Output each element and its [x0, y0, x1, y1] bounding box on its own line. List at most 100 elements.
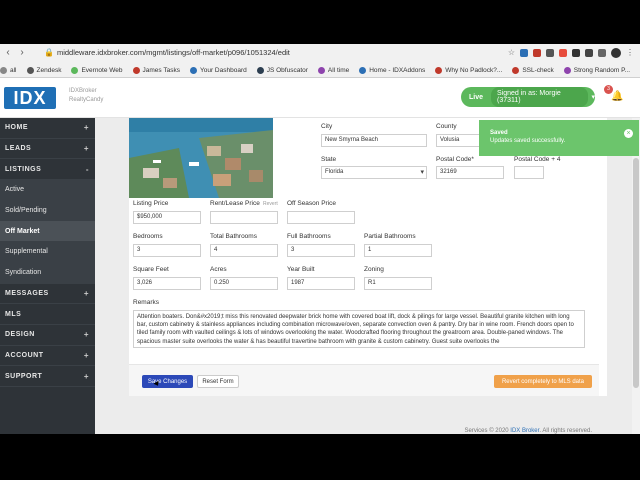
menu-icon[interactable]: ⋮ [626, 48, 634, 57]
sidebar-item-sold-pending[interactable]: Sold/Pending [0, 200, 95, 222]
sidebar-item-syndication[interactable]: Syndication [0, 262, 95, 284]
listing-price-input[interactable]: $950,000 [133, 211, 201, 224]
signed-in-user[interactable]: Signed in as: Morgie (37311) [491, 87, 589, 107]
footer-text: Services © 2020 [464, 428, 511, 434]
bookmark-label: James Tasks [142, 66, 180, 74]
sidebar-item-mls[interactable]: MLS [0, 304, 95, 325]
url-row: ‹ › 🔒 middleware.idxbroker.com/mgmt/list… [0, 44, 640, 61]
remarks-label: Remarks [133, 299, 160, 306]
revert-to-mls-button[interactable]: Revert completely to MLS data [494, 375, 592, 388]
collapse-icon: - [85, 164, 89, 174]
bookmark-item[interactable]: Zendesk [26, 66, 61, 74]
sidebar-item-active[interactable]: Active [0, 180, 95, 201]
postal-code-input[interactable]: 32169 [436, 166, 504, 179]
bookmark-item[interactable]: JS Obfuscator [256, 66, 308, 74]
bookmark-item[interactable]: James Tasks [132, 66, 180, 74]
extension-icon[interactable] [559, 48, 567, 57]
bookmark-item[interactable]: all [0, 66, 17, 74]
bookmark-item[interactable]: Strong Random P... [563, 66, 630, 74]
bookmark-item[interactable]: Evernote Web [71, 66, 123, 74]
postal-code-4-input[interactable] [514, 166, 544, 179]
bell-icon[interactable]: 🔔 [611, 91, 623, 103]
profile-avatar[interactable] [611, 47, 621, 58]
bookmark-favicon-icon [256, 66, 264, 74]
footer-rights: . All rights reserved. [539, 428, 592, 434]
sidebar-item-label: ACCOUNT [5, 351, 44, 359]
idx-logo[interactable]: IDX [4, 87, 56, 109]
bookmark-item[interactable]: All time [317, 66, 349, 74]
save-changes-button[interactable]: Save Changes [142, 375, 193, 388]
sidebar: HOME + LEADS + LISTINGS - Active Sold/Pending Of… [0, 118, 95, 434]
scrollbar-thumb[interactable] [633, 158, 639, 388]
total-baths-input[interactable]: 4 [210, 244, 278, 257]
sidebar-item-messages[interactable]: MESSAGES + [0, 284, 95, 305]
footer-brand-link[interactable]: IDX Broker [510, 428, 539, 434]
off-season-price-input[interactable] [287, 211, 355, 224]
sidebar-item-leads[interactable]: LEADS + [0, 139, 95, 160]
extension-icon[interactable] [520, 48, 528, 57]
rent-price-input[interactable] [210, 211, 278, 224]
sidebar-item-support[interactable]: SUPPORT + [0, 366, 95, 387]
sidebar-item-label: HOME [5, 124, 28, 132]
star-icon[interactable]: ☆ [508, 48, 515, 57]
rent-revert-link[interactable]: Revert [263, 201, 278, 207]
total-baths-label: Total Bathrooms [210, 233, 257, 240]
bookmark-favicon-icon [0, 66, 7, 74]
bedrooms-input[interactable]: 3 [133, 244, 201, 257]
browser-chrome: ‹ › 🔒 middleware.idxbroker.com/mgmt/list… [0, 44, 640, 78]
sidebar-item-off-market[interactable]: Off Market [0, 221, 95, 243]
full-baths-label: Full Bathrooms [287, 233, 331, 240]
extension-icon[interactable] [546, 48, 554, 57]
listing-photo [129, 118, 273, 198]
square-feet-label: Square Feet [133, 266, 169, 273]
square-feet-input[interactable]: 3,026 [133, 277, 201, 290]
bedrooms-label: Bedrooms [133, 233, 163, 240]
bookmark-item[interactable]: SSL-check [512, 66, 554, 74]
forward-icon[interactable]: › [16, 47, 28, 58]
sidebar-item-home[interactable]: HOME + [0, 118, 95, 139]
bookmark-label: Why No Padlock?... [445, 66, 503, 74]
bookmark-item[interactable]: Home - IDXAddons [359, 66, 426, 74]
zoning-input[interactable]: R1 [364, 277, 432, 290]
sidebar-item-listings[interactable]: LISTINGS - [0, 159, 95, 181]
extension-icon[interactable] [585, 48, 593, 57]
remarks-textarea[interactable]: Attention boaters. Don&#x2019;t miss thi… [133, 310, 585, 348]
bookmark-label: Home - IDXAddons [369, 66, 426, 74]
partial-baths-input[interactable]: 1 [364, 244, 432, 257]
live-status-pill[interactable]: Live Signed in as: Morgie (37311) ▾ [461, 87, 595, 107]
year-built-input[interactable]: 1987 [287, 277, 355, 290]
sub-logo-line2: RealtyCandy [69, 97, 104, 103]
reset-form-button[interactable]: Reset Form [197, 375, 239, 388]
close-icon[interactable]: × [624, 129, 633, 138]
bookmark-favicon-icon [189, 66, 197, 74]
toast-title: Saved [490, 130, 508, 136]
sidebar-item-label: DESIGN [5, 331, 35, 339]
extension-icon[interactable] [572, 48, 580, 57]
bookmark-label: Your Dashboard [199, 66, 247, 74]
full-baths-input[interactable]: 3 [287, 244, 355, 257]
expand-icon: + [83, 371, 89, 381]
acres-input[interactable]: 0.250 [210, 277, 278, 290]
sidebar-item-design[interactable]: DESIGN + [0, 325, 95, 346]
bookmark-favicon-icon [512, 66, 520, 74]
bookmark-favicon-icon [359, 66, 367, 74]
city-input[interactable]: New Smyrna Beach [321, 134, 427, 147]
extension-icon[interactable] [533, 48, 541, 57]
main-content: City New Smyrna Beach County Volusia Sta… [95, 118, 640, 434]
expand-icon: + [83, 330, 89, 340]
sidebar-item-supplemental[interactable]: Supplemental [0, 242, 95, 263]
state-select[interactable]: Florida [321, 166, 427, 179]
bookmark-item[interactable]: Why No Padlock?... [435, 66, 503, 74]
scrollbar[interactable] [632, 118, 640, 434]
sidebar-item-label: MLS [5, 310, 22, 318]
expand-icon: + [83, 288, 89, 298]
saved-toast: Saved Updates saved successfully. × [479, 120, 639, 156]
sidebar-item-account[interactable]: ACCOUNT + [0, 346, 95, 367]
back-icon[interactable]: ‹ [2, 47, 14, 58]
extension-icon[interactable] [598, 48, 606, 57]
listing-form: City New Smyrna Beach County Volusia Sta… [129, 118, 607, 396]
bookmark-item[interactable]: Your Dashboard [189, 66, 247, 74]
expand-icon: + [83, 123, 89, 133]
address-bar[interactable]: middleware.idxbroker.com/mgmt/listings/o… [57, 48, 290, 57]
sub-logo: IDXBroker RealtyCandy [69, 87, 103, 105]
